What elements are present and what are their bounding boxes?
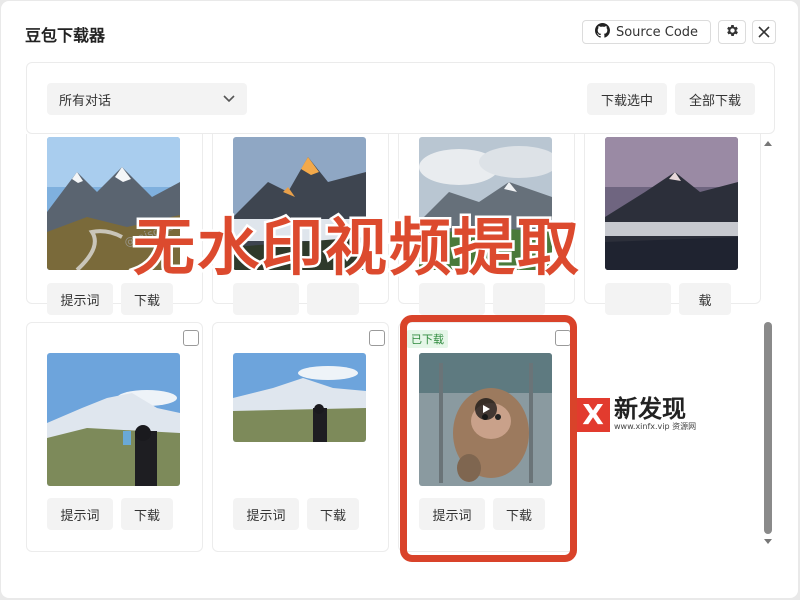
window-title: 豆包下载器 <box>25 26 106 45</box>
conversation-select[interactable]: 所有对话 <box>47 83 247 115</box>
source-code-button[interactable]: Source Code <box>582 20 711 44</box>
prompt-button[interactable] <box>233 283 299 315</box>
download-button[interactable] <box>493 283 545 315</box>
app-window: 豆包下载器 Source Code 所有对话 下载选中 全部下载 提示词 下载 … <box>1 1 798 598</box>
prompt-button[interactable] <box>419 283 485 315</box>
conversation-select-value: 所有对话 <box>59 93 112 109</box>
promo-headline: 无水印视频提取 <box>130 209 582 287</box>
github-icon <box>594 22 610 42</box>
download-selected-button[interactable]: 下载选中 <box>587 83 667 115</box>
image-card[interactable]: 载 <box>584 134 761 315</box>
vertical-scrollbar[interactable] <box>761 134 775 549</box>
select-checkbox[interactable] <box>369 330 385 346</box>
image-card[interactable]: 提示词 下载 <box>212 322 389 552</box>
close-button[interactable] <box>752 20 776 44</box>
download-button[interactable]: 载 <box>679 283 731 315</box>
hiker-wide-thumbnail[interactable] <box>233 353 366 442</box>
logo-sub-text: www.xinfx.vip 资源网 <box>614 422 697 431</box>
settings-button[interactable] <box>718 20 746 44</box>
source-code-label: Source Code <box>615 24 699 40</box>
logo-main-text: 新发现 <box>614 395 686 423</box>
download-button[interactable] <box>307 283 359 315</box>
prompt-button[interactable]: 提示词 <box>47 498 113 530</box>
hiker-drinking-thumbnail[interactable] <box>47 353 180 486</box>
image-card[interactable]: 提示词 下载 <box>26 322 203 552</box>
dusk-mountains-thumbnail[interactable] <box>605 137 738 270</box>
prompt-button[interactable] <box>605 283 671 315</box>
gear-icon <box>725 23 740 42</box>
prompt-button[interactable]: 提示词 <box>47 283 113 315</box>
select-checkbox[interactable] <box>183 330 199 346</box>
highlight-frame <box>400 315 577 562</box>
close-icon <box>758 23 770 42</box>
prompt-button[interactable]: 提示词 <box>233 498 299 530</box>
download-all-button[interactable]: 全部下载 <box>675 83 755 115</box>
chevron-down-icon <box>223 92 235 107</box>
toolbar: 所有对话 下载选中 全部下载 <box>26 62 775 134</box>
logo-mark: X <box>576 397 610 432</box>
download-button[interactable]: 下载 <box>121 498 173 530</box>
download-button[interactable]: 下载 <box>307 498 359 530</box>
download-button[interactable]: 下载 <box>121 283 173 315</box>
site-logo: X 新发现 www.xinfx.vip 资源网 <box>576 397 696 432</box>
